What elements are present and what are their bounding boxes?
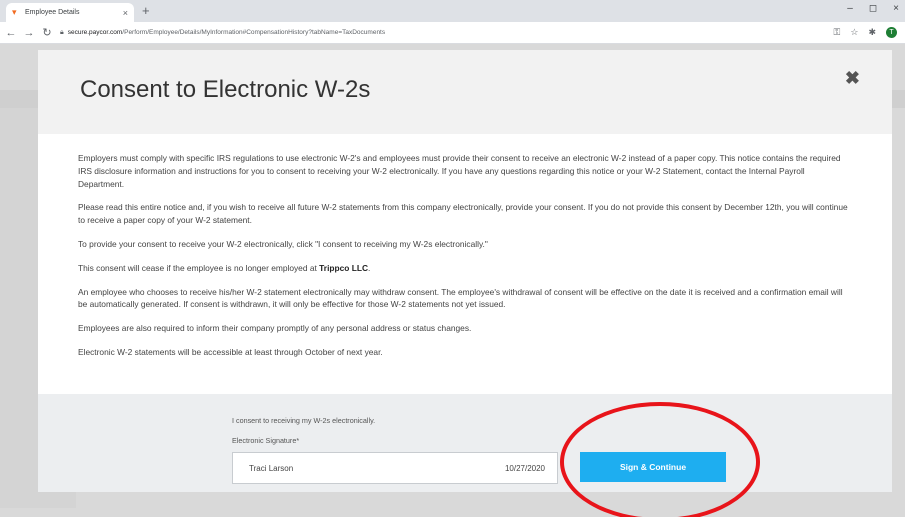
close-icon[interactable]: ✖ <box>845 68 860 89</box>
tab-title: Employee Details <box>25 9 80 16</box>
disclosure-paragraph: An employee who chooses to receive his/h… <box>78 286 843 310</box>
window-close-icon[interactable]: × <box>893 3 899 14</box>
modal-title: Consent to Electronic W-2s <box>80 76 371 103</box>
url-host: secure.paycor.com <box>67 29 123 36</box>
lock-icon: 🔒︎ <box>60 28 64 36</box>
signature-name: Traci Larson <box>249 463 294 473</box>
disclosure-paragraph: Electronic W-2 statements will be access… <box>78 346 383 357</box>
modal-footer: I consent to receiving my W-2s electroni… <box>38 394 892 492</box>
star-icon[interactable]: ☆ <box>850 27 858 38</box>
browser-tab[interactable]: ▾ Employee Details × <box>6 3 134 22</box>
extensions-icon[interactable]: ✱ <box>868 27 876 38</box>
new-tab-button[interactable]: + <box>142 4 150 18</box>
forward-arrow-icon[interactable]: → <box>22 27 36 39</box>
signature-label: Electronic Signature* <box>232 436 300 445</box>
browser-tab-bar: ▾ Employee Details × + – ◻ × <box>0 0 905 22</box>
paycor-favicon-icon: ▾ <box>12 7 17 17</box>
minimize-icon[interactable]: – <box>847 3 853 14</box>
consent-modal: Consent to Electronic W-2s ✖ Employers m… <box>38 50 892 492</box>
cease-suffix: . <box>368 262 371 273</box>
window-controls: – ◻ × <box>847 3 899 14</box>
profile-avatar-icon[interactable]: T <box>886 27 897 38</box>
disclosure-paragraph: Please read this entire notice and, if y… <box>78 202 848 226</box>
signature-date: 10/27/2020 <box>504 463 545 473</box>
cease-prefix: This consent will cease if the employee … <box>78 262 320 273</box>
toolbar-icons: ⚿ ☆ ✱ T <box>834 27 897 38</box>
reload-icon[interactable]: ↻ <box>40 26 54 39</box>
signature-field[interactable]: Traci Larson 10/27/2020 <box>232 452 558 484</box>
key-icon[interactable]: ⚿ <box>834 27 841 38</box>
url-path: /Perform/Employee/Details/MyInformation#… <box>122 29 386 36</box>
address-bar-row: ← → ↻ 🔒︎ secure.paycor.com /Perform/Empl… <box>0 22 905 44</box>
disclosure-paragraph: Employers must comply with specific IRS … <box>78 153 841 189</box>
modal-body: Employers must comply with specific IRS … <box>38 134 892 394</box>
cease-paragraph: This consent will cease if the employee … <box>78 262 852 275</box>
disclosure-paragraph: To provide your consent to receive your … <box>78 238 488 249</box>
url-input[interactable]: 🔒︎ secure.paycor.com /Perform/Employee/D… <box>60 25 880 41</box>
consent-statement: I consent to receiving my W-2s electroni… <box>232 416 376 425</box>
disclosure-paragraph: Employees are also required to inform th… <box>78 323 472 334</box>
back-arrow-icon[interactable]: ← <box>4 27 18 39</box>
sign-and-continue-button[interactable]: Sign & Continue <box>580 452 726 482</box>
modal-header: Consent to Electronic W-2s ✖ <box>38 50 892 134</box>
company-name: Trippco LLC <box>319 262 369 273</box>
maximize-icon[interactable]: ◻ <box>869 3 877 14</box>
tab-close-icon[interactable]: × <box>123 8 128 18</box>
